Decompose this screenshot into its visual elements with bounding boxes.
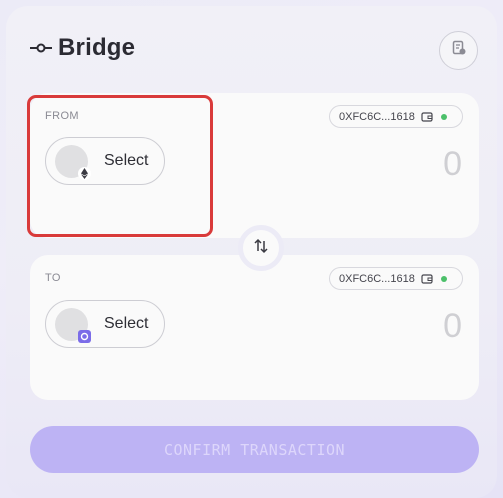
swap-button[interactable]: [238, 225, 284, 271]
confirm-transaction-button[interactable]: CONFIRM TRANSACTION: [30, 426, 479, 473]
from-amount[interactable]: 0: [443, 145, 462, 184]
bridge-icon: [30, 38, 52, 58]
from-token-highlight: [27, 95, 213, 237]
swap-arrows-icon: [253, 238, 269, 259]
chain-icon: [78, 329, 91, 343]
to-amount[interactable]: 0: [443, 307, 462, 346]
from-address-chip[interactable]: 0XFC6C...1618: [329, 105, 463, 128]
history-button[interactable]: [439, 31, 478, 70]
to-token-select-button[interactable]: Select: [45, 300, 165, 348]
wallet-icon: [421, 111, 433, 123]
page-header: Bridge: [30, 34, 135, 62]
status-dot: [440, 113, 447, 120]
page-title: Bridge: [58, 34, 136, 61]
status-dot: [440, 275, 447, 282]
to-address-chip[interactable]: 0XFC6C...1618: [329, 267, 463, 290]
to-label: TO: [45, 272, 61, 284]
wallet-icon: [421, 273, 433, 285]
to-panel: TO 0XFC6C...1618 Select 0: [30, 255, 479, 400]
from-address: 0XFC6C...1618: [339, 110, 415, 123]
to-address: 0XFC6C...1618: [339, 272, 415, 285]
to-select-label: Select: [104, 315, 149, 332]
history-icon: [451, 40, 467, 61]
token-placeholder: [55, 307, 91, 343]
